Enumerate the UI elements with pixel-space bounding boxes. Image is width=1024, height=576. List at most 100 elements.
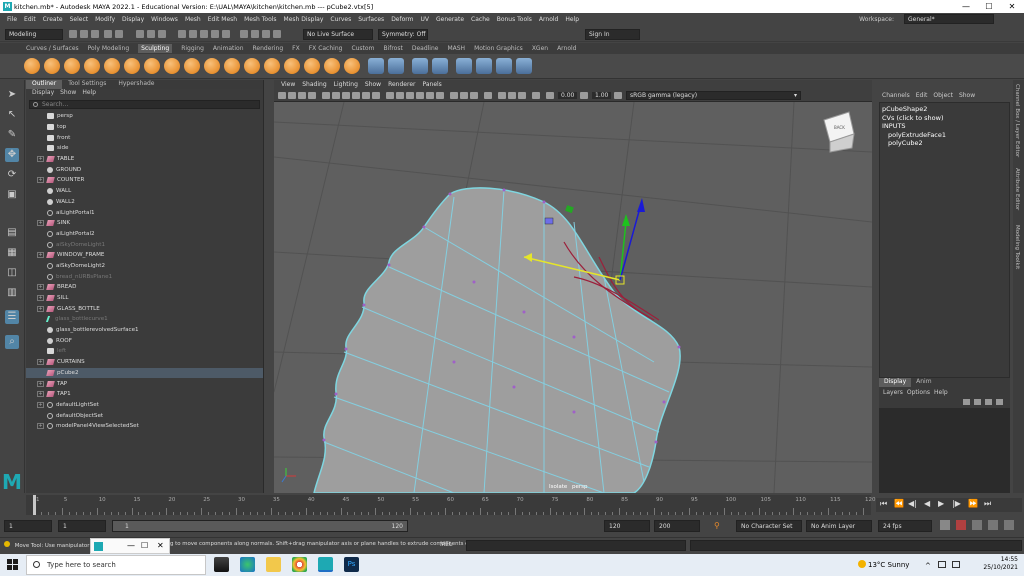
outliner-item[interactable]: + TABLE [26, 154, 263, 165]
unfreeze-icon[interactable] [412, 58, 428, 74]
network-icon[interactable] [938, 561, 946, 568]
expand-toggle-icon[interactable]: + [37, 401, 44, 408]
photoshop-icon[interactable]: Ps [344, 557, 359, 572]
lasso-tool-icon[interactable]: ↖ [5, 108, 19, 122]
menu-file[interactable]: File [7, 16, 17, 23]
menu-surfaces[interactable]: Surfaces [358, 16, 384, 23]
playback-settings-icon[interactable] [988, 520, 998, 530]
layers-menu-layers[interactable]: Layers [883, 389, 903, 398]
snap-grid-icon[interactable] [178, 30, 186, 38]
outliner-item[interactable]: + defaultLightSet [26, 400, 263, 411]
expand-toggle-icon[interactable]: + [37, 391, 44, 398]
eraser-icon[interactable] [516, 58, 532, 74]
shape-node-label[interactable]: pCubeShape2 [882, 105, 1007, 114]
loop-icon[interactable] [940, 520, 950, 530]
gate-mask-icon[interactable] [352, 92, 360, 99]
expand-toggle-icon[interactable]: + [37, 295, 44, 302]
expand-toggle-icon[interactable]: + [37, 423, 44, 430]
weather-text[interactable]: 13°C Sunny [868, 561, 909, 569]
magnify-icon[interactable]: ⌕ [5, 335, 19, 349]
spray-tool-icon[interactable] [164, 58, 180, 74]
gamma-icon[interactable] [580, 92, 588, 99]
task-view-icon[interactable] [214, 557, 229, 572]
tab-display-layers[interactable]: Display [879, 378, 912, 387]
layout-single-icon[interactable]: ▤ [5, 226, 19, 240]
open-scene-icon[interactable] [80, 30, 88, 38]
exposure-icon[interactable] [546, 92, 554, 99]
symmetry-dropdown[interactable]: Symmetry: Off [378, 29, 428, 40]
channel-menu-channels[interactable]: Channels [882, 92, 910, 101]
anim-end-field[interactable]: 200 [654, 520, 700, 532]
outliner-item[interactable]: left [26, 346, 263, 357]
scale-tool-icon[interactable]: ▣ [5, 188, 19, 202]
ipr-render-icon[interactable] [262, 30, 270, 38]
anim-start-field[interactable]: 1 [4, 520, 52, 532]
sculpt-tool-icon[interactable] [24, 58, 40, 74]
imprint-tool-icon[interactable] [204, 58, 220, 74]
outliner-menu-help[interactable]: Help [82, 89, 96, 98]
tab-anim-layers[interactable]: Anim [911, 378, 936, 387]
freeze-tool-icon[interactable] [368, 58, 384, 74]
step-forward-key-icon[interactable]: ⏩ [968, 499, 978, 508]
expand-toggle-icon[interactable]: + [37, 220, 44, 227]
new-layer-icon[interactable] [985, 399, 992, 405]
expand-toggle-icon[interactable]: + [37, 284, 44, 291]
auto-key-icon[interactable]: ⚲ [714, 521, 720, 530]
taskbar-search-input[interactable]: Type here to search [26, 555, 206, 575]
shelf-tab[interactable]: Bifrost [383, 45, 402, 52]
menu-create[interactable]: Create [43, 16, 63, 23]
outliner-item[interactable]: + COUNTER [26, 175, 263, 186]
snap-curve-icon[interactable] [189, 30, 197, 38]
outliner-search-input[interactable]: Search... [29, 100, 260, 109]
sculpt-layer-icon[interactable] [476, 58, 492, 74]
side-tab-modeling-toolkit[interactable]: Modeling Toolkit [1014, 225, 1020, 269]
mel-command-input[interactable] [466, 540, 686, 551]
layers-menu-help[interactable]: Help [934, 389, 948, 398]
menu-cache[interactable]: Cache [471, 16, 490, 23]
view-transform-dropdown[interactable]: sRGB gamma (legacy) ▾ [626, 91, 801, 100]
viewport-menu-shading[interactable]: Shading [302, 81, 326, 88]
viewport-menu-panels[interactable]: Panels [422, 81, 441, 88]
snap-view-icon[interactable] [211, 30, 219, 38]
outliner-menu-show[interactable]: Show [60, 89, 76, 98]
wireframe-icon[interactable] [386, 92, 394, 99]
close-button[interactable]: ✕ [1001, 1, 1023, 12]
wireframe-on-shaded-icon[interactable] [406, 92, 414, 99]
menu-set-dropdown[interactable]: Modeling [5, 29, 63, 40]
save-scene-icon[interactable] [91, 30, 99, 38]
outliner-item[interactable]: WALL [26, 186, 263, 197]
amplify-tool-icon[interactable] [344, 58, 360, 74]
film-gate-icon[interactable] [332, 92, 340, 99]
outliner-item[interactable]: aiSkyDomeLight1 [26, 239, 263, 250]
layout-two-icon[interactable]: ◫ [5, 266, 19, 280]
menu-generate[interactable]: Generate [436, 16, 464, 23]
edge-icon[interactable] [240, 557, 255, 572]
outliner-item[interactable]: glass_bottlerevolvedSurface1 [26, 325, 263, 336]
expand-toggle-icon[interactable]: + [37, 305, 44, 312]
outliner-item[interactable]: defaultObjectSet [26, 410, 263, 421]
file-explorer-icon[interactable] [266, 557, 281, 572]
layers-menu-options[interactable]: Options [907, 389, 930, 398]
bookmark-icon[interactable] [298, 92, 306, 99]
depth-of-field-icon[interactable] [518, 92, 526, 99]
undo-icon[interactable] [104, 30, 112, 38]
anti-aliasing-icon[interactable] [508, 92, 516, 99]
convert-to-frozen-icon[interactable] [388, 58, 404, 74]
menu-arnold[interactable]: Arnold [539, 16, 558, 23]
outliner-item[interactable]: + SILL [26, 293, 263, 304]
menu-help[interactable]: Help [565, 16, 579, 23]
outliner-item[interactable]: pCube2 [26, 367, 263, 379]
shelf-tab[interactable]: MASH [447, 45, 465, 52]
workspace-dropdown[interactable]: General* [904, 14, 994, 24]
menu-mesh-display[interactable]: Mesh Display [284, 16, 324, 23]
relax-tool-icon[interactable] [64, 58, 80, 74]
shelf-tab[interactable]: XGen [532, 45, 548, 52]
maya-taskbar-icon[interactable] [318, 557, 333, 572]
select-object-icon[interactable] [147, 30, 155, 38]
flatten-tool-icon[interactable] [124, 58, 140, 74]
paint-select-icon[interactable]: ✎ [5, 128, 19, 142]
viewport-menu-renderer[interactable]: Renderer [388, 81, 415, 88]
select-hierarchy-icon[interactable] [136, 30, 144, 38]
smooth-shade-icon[interactable] [396, 92, 404, 99]
repeat-tool-icon[interactable] [184, 58, 200, 74]
